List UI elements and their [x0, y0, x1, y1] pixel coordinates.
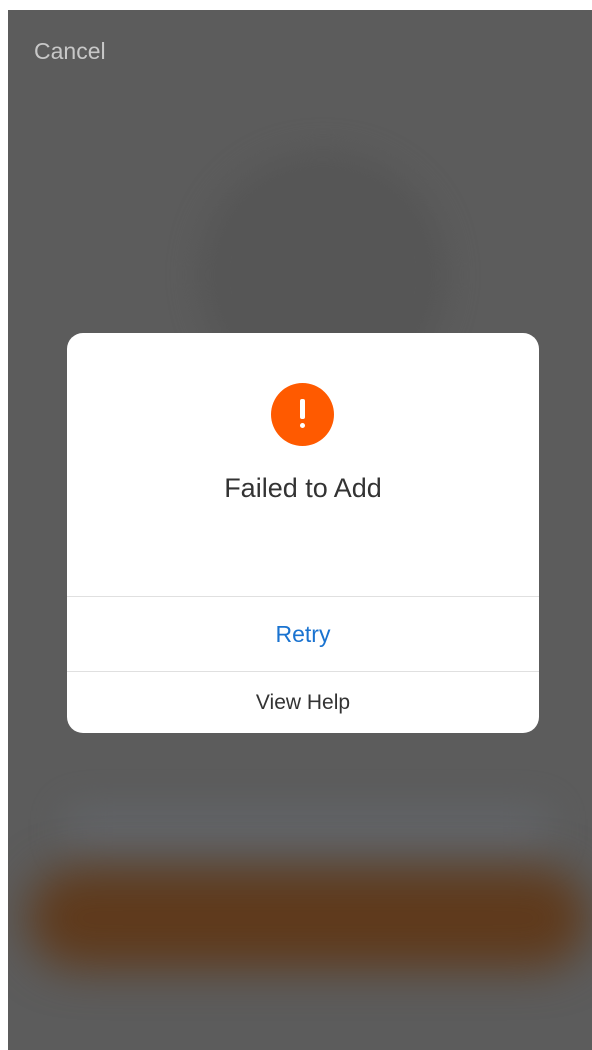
alert-dialog: Failed to Add Retry View Help	[67, 333, 539, 733]
cancel-button[interactable]: Cancel	[34, 38, 106, 65]
screen: Cancel Failed to Add Retry View Help	[8, 10, 592, 1050]
dialog-title: Failed to Add	[224, 473, 382, 503]
exclamation-bar	[300, 399, 305, 419]
view-help-button[interactable]: View Help	[67, 672, 539, 733]
retry-button[interactable]: Retry	[67, 597, 539, 671]
exclamation-dot	[300, 423, 305, 428]
exclamation-icon	[271, 383, 334, 446]
background-blur-button	[28, 868, 588, 968]
background-blur-glow	[68, 810, 548, 850]
